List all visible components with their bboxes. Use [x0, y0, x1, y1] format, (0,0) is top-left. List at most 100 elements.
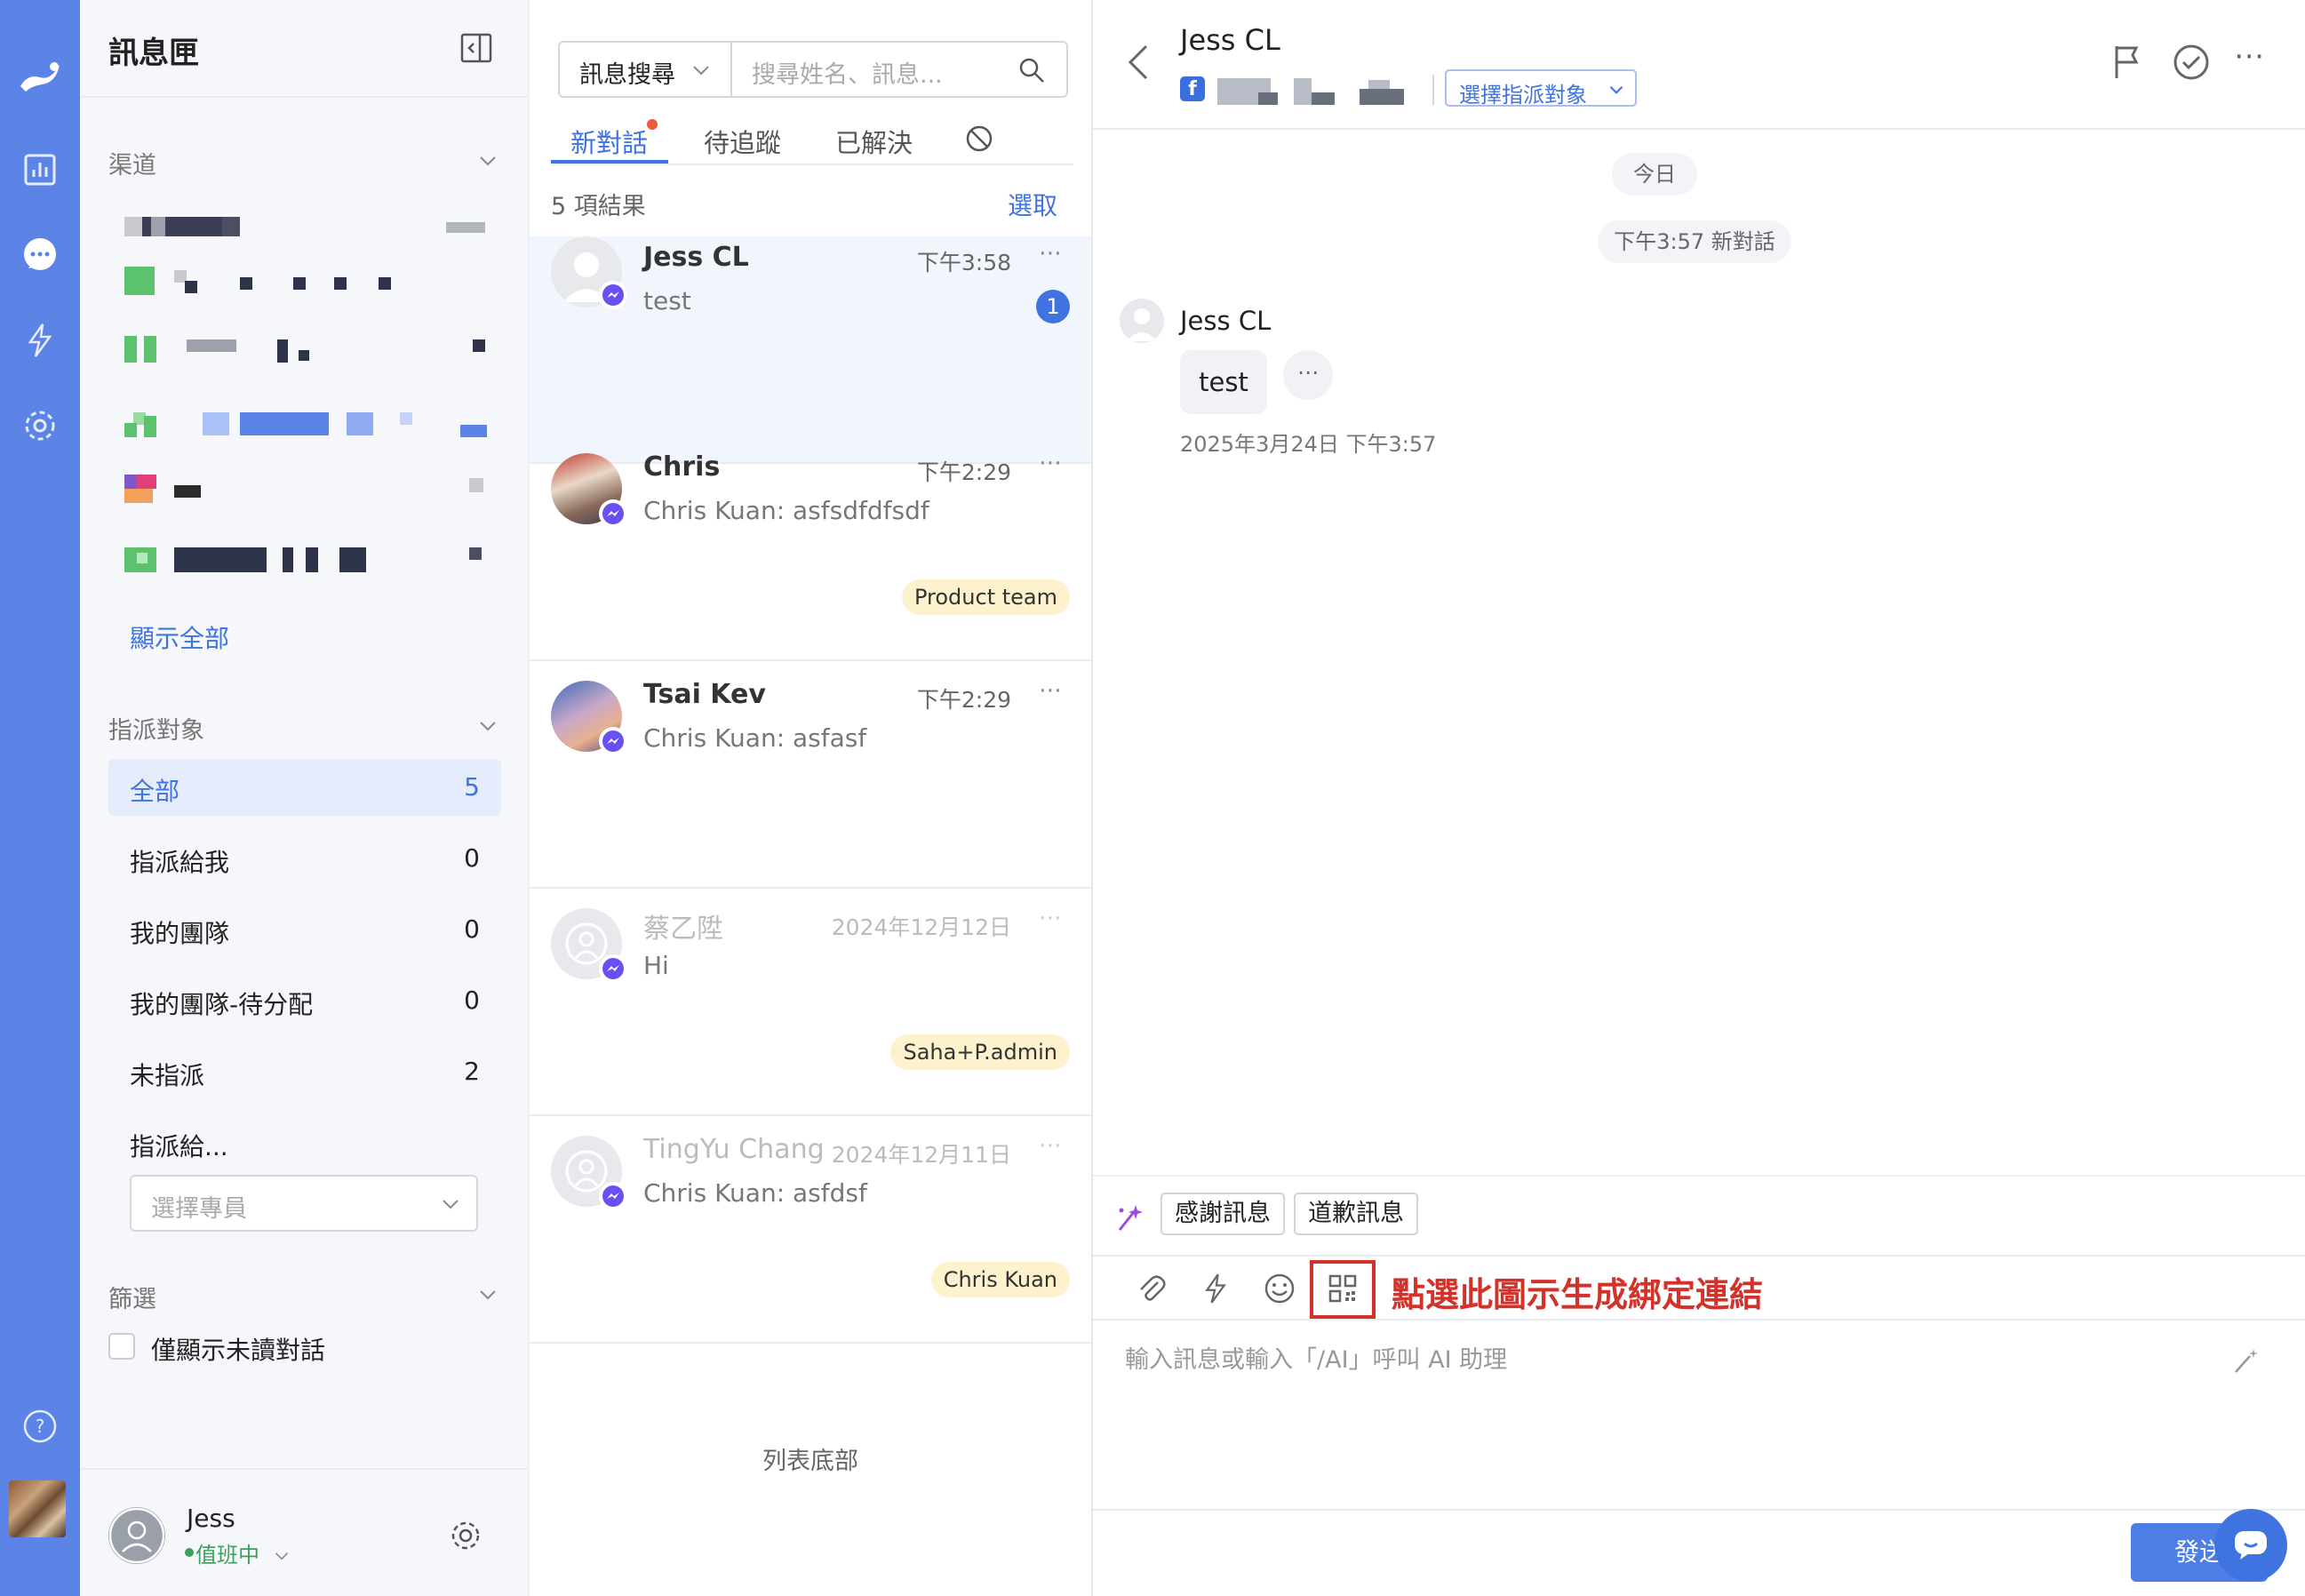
assign-filter-me[interactable]: 指派給我 0 [108, 830, 501, 887]
assign-filter-count: 0 [464, 843, 480, 873]
more-options-icon[interactable]: ⋯ [1039, 905, 1063, 931]
emoji-icon[interactable] [1260, 1269, 1299, 1308]
more-options-icon[interactable]: ⋯ [1039, 677, 1063, 704]
user-avatar[interactable] [108, 1507, 165, 1564]
tab-resolved[interactable]: 已解決 [835, 123, 913, 160]
quick-reply-button[interactable]: 道歉訊息 [1294, 1193, 1418, 1235]
assign-filter-label: 全部 [130, 777, 180, 806]
chevron-down-icon [1609, 86, 1623, 94]
assign-filter-team-pending[interactable]: 我的團隊-待分配 0 [108, 972, 501, 1029]
account-avatar[interactable] [9, 1480, 66, 1537]
redacted-id [1294, 78, 1312, 105]
conversation-time: 下午3:58 [916, 250, 1011, 275]
channel-item[interactable] [124, 265, 489, 295]
conversation-item[interactable]: Jess CL 下午3:58 ⋯ test 1 [530, 236, 1091, 464]
member-select-placeholder: 選擇專員 [151, 1195, 247, 1223]
help-icon[interactable]: ? [0, 1395, 80, 1457]
sidebar-title: 訊息匣 [108, 36, 199, 71]
team-tag: Product team [901, 579, 1070, 615]
automation-icon[interactable] [0, 309, 80, 371]
conversation-item[interactable]: TingYu Chang 2024年12月11日 ⋯ Chris Kuan: a… [530, 1116, 1091, 1344]
flag-icon[interactable] [2108, 43, 2147, 82]
quick-reply-button[interactable]: 感謝訊息 [1160, 1193, 1285, 1235]
more-options-icon[interactable]: ⋯ [1039, 1132, 1063, 1159]
assign-filter-unassigned[interactable]: 未指派 2 [108, 1043, 501, 1100]
search-type-select[interactable]: 訊息搜尋 [560, 43, 732, 96]
tab-pending[interactable]: 待追蹤 [704, 123, 781, 160]
assign-filter-count: 2 [464, 1057, 480, 1086]
annotation-text: 點選此圖示生成綁定連結 [1392, 1275, 1764, 1314]
redacted-id [1258, 92, 1278, 105]
conversation-item[interactable]: Tsai Kev 下午2:29 ⋯ Chris Kuan: asfasf [530, 661, 1091, 889]
status-dot [185, 1548, 194, 1557]
message-more-icon[interactable]: ⋯ [1283, 350, 1333, 400]
sender-avatar [1120, 299, 1164, 343]
channel-item[interactable] [124, 544, 489, 574]
assign-to-label: 指派給... [130, 1132, 228, 1161]
message-timestamp: 2025年3月24日 下午3:57 [1180, 432, 1437, 457]
select-button[interactable]: 選取 [1008, 187, 1057, 222]
facebook-icon: f [1180, 76, 1205, 101]
assign-to-row: 指派給... [108, 1114, 501, 1171]
collapse-sidebar-icon[interactable] [460, 32, 492, 64]
sidebar-header: 訊息匣 [80, 0, 528, 98]
channel-item[interactable] [124, 211, 489, 242]
redacted-id [1368, 80, 1390, 89]
team-tag: Chris Kuan [930, 1262, 1070, 1297]
search-input[interactable]: 搜尋姓名、訊息... [752, 55, 943, 90]
analytics-icon[interactable] [0, 139, 80, 201]
tab-new[interactable]: 新對話 [570, 123, 648, 160]
user-status-dropdown[interactable]: 值班中 [195, 1537, 290, 1568]
assign-filter-team[interactable]: 我的團隊 0 [108, 901, 501, 958]
attachment-icon[interactable] [1132, 1269, 1171, 1308]
channel-item[interactable] [124, 473, 489, 503]
divider [1432, 75, 1434, 105]
assign-filter-all[interactable]: 全部 5 [108, 759, 501, 816]
app-rail: ? [0, 0, 80, 1596]
conversation-item[interactable]: Chris 下午2:29 ⋯ Chris Kuan: asfsdfdfsdf P… [530, 434, 1091, 661]
more-options-icon[interactable]: ⋯ [1039, 450, 1063, 476]
chevron-down-icon [443, 1200, 459, 1209]
back-icon[interactable] [1125, 43, 1152, 82]
app-logo-icon[interactable] [0, 44, 80, 107]
assign-agent-select[interactable]: 選擇指派對象 [1445, 69, 1637, 108]
more-options-icon[interactable]: ⋯ [1039, 240, 1063, 267]
chat-icon[interactable] [0, 224, 80, 286]
show-all-channels-link[interactable]: 顯示全部 [130, 619, 229, 655]
member-select[interactable]: 選擇專員 [130, 1175, 478, 1232]
search-type-label: 訊息搜尋 [579, 61, 675, 89]
quick-action-icon[interactable] [1196, 1269, 1235, 1308]
search-icon[interactable] [1018, 57, 1045, 84]
ai-magic-icon[interactable] [1114, 1201, 1146, 1233]
channel-item[interactable] [124, 334, 489, 364]
assign-agent-label: 選擇指派對象 [1459, 83, 1587, 108]
divider [551, 164, 1073, 165]
more-options-icon[interactable]: ⋯ [2234, 41, 2273, 82]
new-indicator-dot [647, 119, 658, 130]
user-name: Jess [187, 1504, 235, 1533]
ai-assist-icon[interactable] [2230, 1344, 2262, 1376]
assign-filter-label: 我的團隊-待分配 [130, 990, 314, 1019]
unread-only-checkbox[interactable] [108, 1333, 135, 1360]
message-input[interactable]: 輸入訊息或輸入「/AI」呼叫 AI 助理 [1125, 1340, 1507, 1375]
resolve-check-icon[interactable] [2172, 43, 2211, 82]
channel-item[interactable] [124, 407, 489, 437]
assign-collapse-icon[interactable] [478, 716, 498, 736]
filter-collapse-icon[interactable] [478, 1285, 498, 1305]
filter-section-title: 篩選 [108, 1286, 156, 1313]
chevron-down-icon [693, 66, 709, 76]
assign-filter-count: 0 [464, 986, 480, 1015]
chevron-down-icon [275, 1552, 288, 1560]
message-preview: test [643, 286, 691, 315]
user-settings-icon[interactable] [448, 1518, 483, 1553]
chat-support-icon[interactable] [2214, 1509, 2287, 1582]
svg-text:?: ? [36, 1416, 45, 1437]
tab-blocked-icon[interactable] [965, 124, 993, 153]
contact-name: Tsai Kev [643, 679, 766, 710]
messenger-icon [599, 954, 627, 983]
composer-toolbar: 點選此圖示生成綁定連結 [1093, 1255, 2305, 1321]
channels-collapse-icon[interactable] [478, 151, 498, 171]
message-preview: Chris Kuan: asfasf [643, 723, 867, 753]
settings-icon[interactable] [0, 395, 80, 457]
conversation-item[interactable]: 蔡乙陞 2024年12月12日 ⋯ Hi Saha+P.admin [530, 889, 1091, 1116]
